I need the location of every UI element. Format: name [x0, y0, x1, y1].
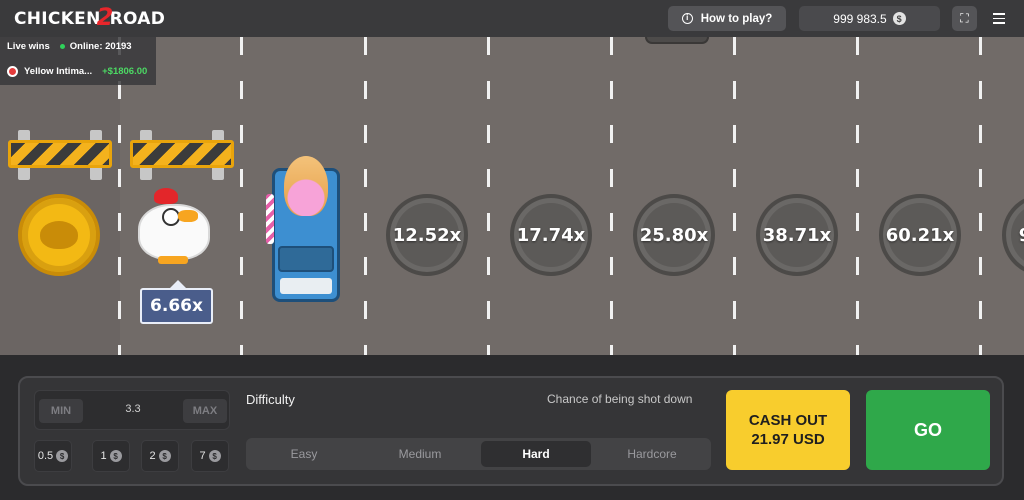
max-bet-button[interactable]: MAX	[183, 399, 227, 423]
info-icon: i	[681, 13, 693, 24]
live-wins-panel: Live wins Online: 20193 Yellow Intima...…	[0, 37, 156, 85]
fullscreen-icon: ⛶	[960, 11, 969, 25]
dollar-coin-icon: $	[208, 450, 221, 462]
difficulty-hardcore[interactable]: Hardcore	[597, 441, 707, 467]
lane-multiplier: 60.21x	[885, 224, 955, 246]
player-avatar	[7, 66, 18, 77]
fullscreen-button[interactable]: ⛶	[952, 6, 977, 31]
quick-bet-chip[interactable]: 2 $	[141, 440, 179, 472]
lane-manhole[interactable]: 12.52x	[386, 194, 468, 276]
ice-cream-truck	[266, 156, 342, 304]
quick-bet-chip[interactable]: 0.5 $	[34, 440, 72, 472]
difficulty-selector: Easy Medium Hard Hardcore	[246, 438, 711, 470]
top-bar: CHICKEN 2 ROAD i How to play? 999 983.5 …	[0, 0, 1024, 37]
dollar-coin-icon: $	[109, 450, 122, 462]
lane-manhole[interactable]: 25.80x	[633, 194, 715, 276]
difficulty-easy[interactable]: Easy	[249, 441, 359, 467]
lane-manhole[interactable]: 60.21x	[879, 194, 961, 276]
game-screen: 6.66x 12.52x 17.74x 25.80x 38.71x 60.21x…	[0, 0, 1024, 500]
chance-label: Chance of being shot down	[547, 392, 693, 406]
quick-bet-chip[interactable]: 1 $	[92, 440, 130, 472]
lane-divider	[240, 37, 243, 355]
win-amount: +$1806.00	[102, 66, 148, 77]
start-coin-icon	[18, 194, 100, 276]
player-name: Yellow Intima...	[24, 66, 93, 77]
current-multiplier-badge: 6.66x	[140, 280, 213, 324]
logo: CHICKEN 2 ROAD	[14, 3, 166, 31]
control-panel: MIN 3.3 MAX 0.5 $ 1 $ 2 $ 7 $ Difficulty…	[18, 376, 1004, 486]
quick-bet-chip[interactable]: 7 $	[191, 440, 229, 472]
lane-multiplier: 9	[1019, 225, 1024, 246]
balance-value: 999 983.5	[833, 11, 887, 26]
lane-multiplier: 17.74x	[516, 224, 586, 246]
cash-out-button[interactable]: CASH OUT 21.97 USD	[726, 390, 850, 470]
bet-amount-box: MIN 3.3 MAX	[34, 390, 230, 430]
barrier	[8, 130, 112, 180]
difficulty-label: Difficulty	[246, 392, 295, 407]
lane-divider	[487, 37, 490, 355]
lane-divider	[610, 37, 613, 355]
live-wins-title: Live wins	[7, 41, 50, 52]
ice-cream-cone-icon	[284, 156, 328, 216]
dollar-coin-icon: $	[158, 450, 171, 462]
lane-divider	[856, 37, 859, 355]
difficulty-medium[interactable]: Medium	[365, 441, 475, 467]
dollar-coin-icon: $	[892, 12, 906, 25]
lane-manhole[interactable]: 38.71x	[756, 194, 838, 276]
lane-manhole[interactable]: 17.74x	[510, 194, 592, 276]
dollar-coin-icon: $	[56, 450, 69, 462]
lane-multiplier: 12.52x	[392, 224, 462, 246]
go-button[interactable]: GO	[866, 390, 990, 470]
difficulty-hard[interactable]: Hard	[481, 441, 591, 467]
chicken-character	[134, 186, 212, 264]
online-count: Online: 20193	[69, 41, 132, 52]
car-roof-partial	[645, 37, 709, 44]
min-bet-button[interactable]: MIN	[39, 399, 83, 423]
lane-divider	[364, 37, 367, 355]
lane-divider	[733, 37, 736, 355]
roast-chicken-icon	[40, 221, 78, 249]
balance-display: 999 983.5 $	[799, 6, 940, 31]
how-to-play-button[interactable]: i How to play?	[668, 6, 786, 31]
lane-multiplier: 38.71x	[762, 224, 832, 246]
hamburger-icon	[992, 13, 1005, 15]
lane-divider	[979, 37, 982, 355]
menu-button[interactable]	[986, 6, 1011, 31]
lane-multiplier: 25.80x	[639, 224, 709, 246]
bet-amount-input[interactable]: 3.3	[95, 403, 171, 415]
barrier	[130, 130, 234, 180]
online-dot-icon	[59, 44, 65, 49]
